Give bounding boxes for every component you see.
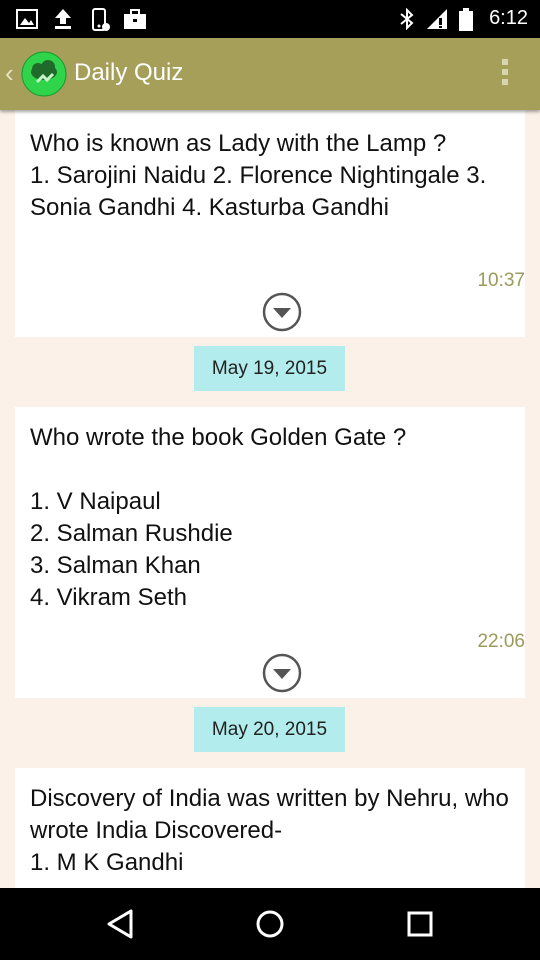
back-triangle-icon[interactable] — [106, 908, 136, 940]
status-clock: 6:12 — [489, 7, 528, 29]
overflow-menu-icon[interactable] — [500, 59, 510, 91]
navigation-bar — [0, 888, 540, 960]
signal-icon — [427, 9, 447, 29]
app-bar: ‹ Daily Quiz — [0, 38, 540, 110]
message-list[interactable]: Who is known as Lady with the Lamp ? 1. … — [0, 110, 540, 888]
quiz-question: Discovery of India was written by Nehru,… — [30, 785, 509, 876]
recents-square-icon[interactable] — [405, 908, 435, 940]
briefcase-notification-icon — [124, 9, 146, 29]
bluetooth-icon — [400, 8, 414, 30]
message-time: 10:37 — [477, 270, 525, 291]
gallery-notification-icon — [16, 9, 38, 29]
phone-notification-icon — [92, 8, 110, 31]
back-chevron-icon[interactable]: ‹ — [5, 58, 14, 88]
expand-chevron-down-icon[interactable] — [262, 292, 302, 332]
date-separator: May 20, 2015 — [194, 707, 345, 752]
upload-notification-icon — [55, 9, 71, 29]
status-bar: 6:12 — [0, 0, 540, 38]
quiz-card: Discovery of India was written by Nehru,… — [15, 768, 525, 888]
message-time: 22:06 — [477, 631, 525, 652]
page-title: Daily Quiz — [74, 59, 184, 86]
expand-chevron-down-icon[interactable] — [262, 653, 302, 693]
date-separator: May 19, 2015 — [194, 346, 345, 391]
quiz-card: Who is known as Lady with the Lamp ? 1. … — [15, 110, 525, 337]
daily-quiz-logo-icon[interactable] — [21, 51, 67, 97]
battery-icon — [459, 8, 473, 31]
home-circle-icon[interactable] — [254, 908, 286, 940]
quiz-card: Who wrote the book Golden Gate ? 1. V Na… — [15, 407, 525, 698]
quiz-question: Who is known as Lady with the Lamp ? 1. … — [30, 130, 487, 221]
quiz-question: Who wrote the book Golden Gate ? 1. V Na… — [30, 424, 407, 611]
